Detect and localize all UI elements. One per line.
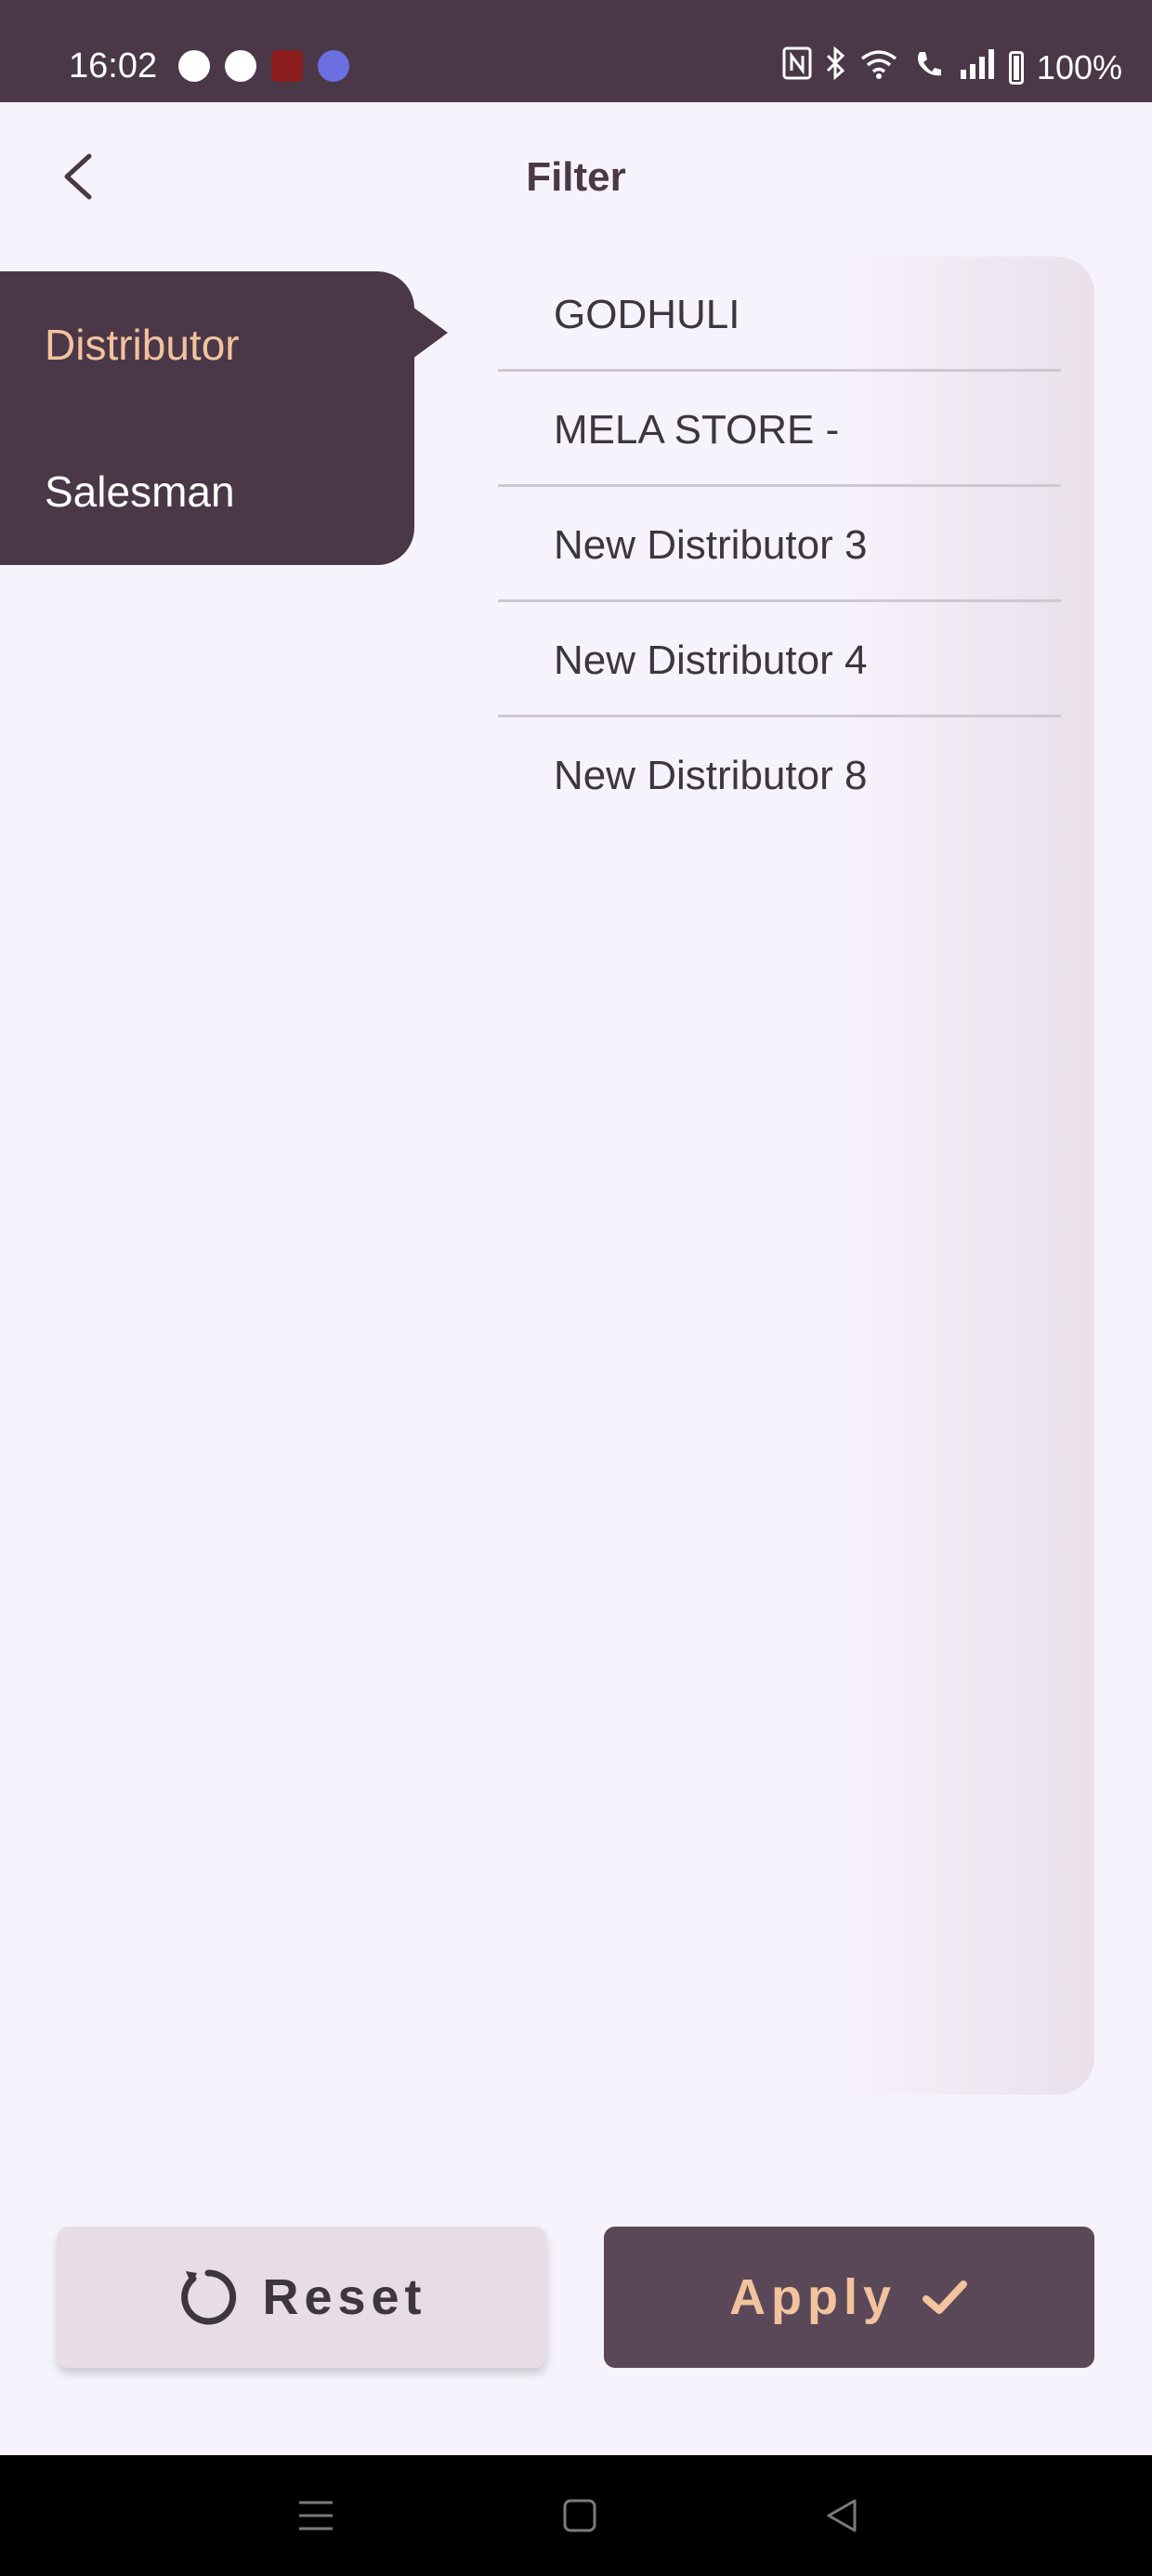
check-icon [923, 2280, 967, 2314]
battery-icon [1008, 50, 1024, 85]
category-panel [0, 271, 414, 565]
apply-label: Apply [728, 2269, 897, 2325]
home-button[interactable] [524, 2455, 635, 2576]
options-list: GODHULI MELA STORE - New Distributor 3 N… [498, 256, 1094, 2095]
status-bar: 16:02 100% [0, 0, 1152, 102]
list-item[interactable]: New Distributor 4 [498, 602, 1061, 717]
signal-icon [959, 47, 996, 87]
menu-icon [299, 2501, 333, 2530]
category-item-salesman[interactable]: Salesman [45, 467, 235, 517]
list-item-label: New Distributor 3 [554, 522, 868, 568]
nav-back-button[interactable] [786, 2455, 897, 2576]
reset-label: Reset [262, 2269, 427, 2325]
list-item[interactable]: New Distributor 3 [498, 487, 1061, 602]
category-item-distributor[interactable]: Distributor [45, 320, 240, 370]
list-item-label: MELA STORE - [554, 407, 840, 453]
back-icon [827, 2499, 857, 2532]
page-title: Filter [526, 154, 626, 200]
wifi-call-icon [912, 46, 946, 88]
list-item-label: GODHULI [554, 292, 740, 337]
bluetooth-icon [825, 46, 845, 88]
list-item-label: New Distributor 8 [554, 753, 868, 798]
refresh-icon [181, 2269, 237, 2325]
messenger-icon [318, 50, 349, 82]
list-item[interactable]: New Distributor 8 [498, 717, 1061, 833]
alert-circle-icon [225, 50, 256, 82]
home-icon [563, 2499, 596, 2532]
status-time: 16:02 [69, 46, 158, 85]
chat-bubble-icon [178, 50, 210, 82]
reset-button[interactable]: Reset [58, 2227, 546, 2368]
notification-icons [178, 50, 349, 82]
list-item-label: New Distributor 4 [554, 637, 868, 683]
nfc-icon [782, 46, 812, 88]
apply-button[interactable]: Apply [604, 2227, 1094, 2368]
app-icon [271, 50, 303, 82]
menu-button[interactable] [260, 2455, 372, 2576]
system-icons: 100% [782, 46, 1122, 88]
list-item[interactable]: GODHULI [498, 256, 1061, 372]
category-pointer [412, 307, 448, 359]
wifi-icon [858, 47, 899, 87]
battery-level: 100% [1036, 47, 1122, 86]
navigation-bar [0, 2455, 1152, 2576]
list-item[interactable]: MELA STORE - [498, 372, 1061, 487]
